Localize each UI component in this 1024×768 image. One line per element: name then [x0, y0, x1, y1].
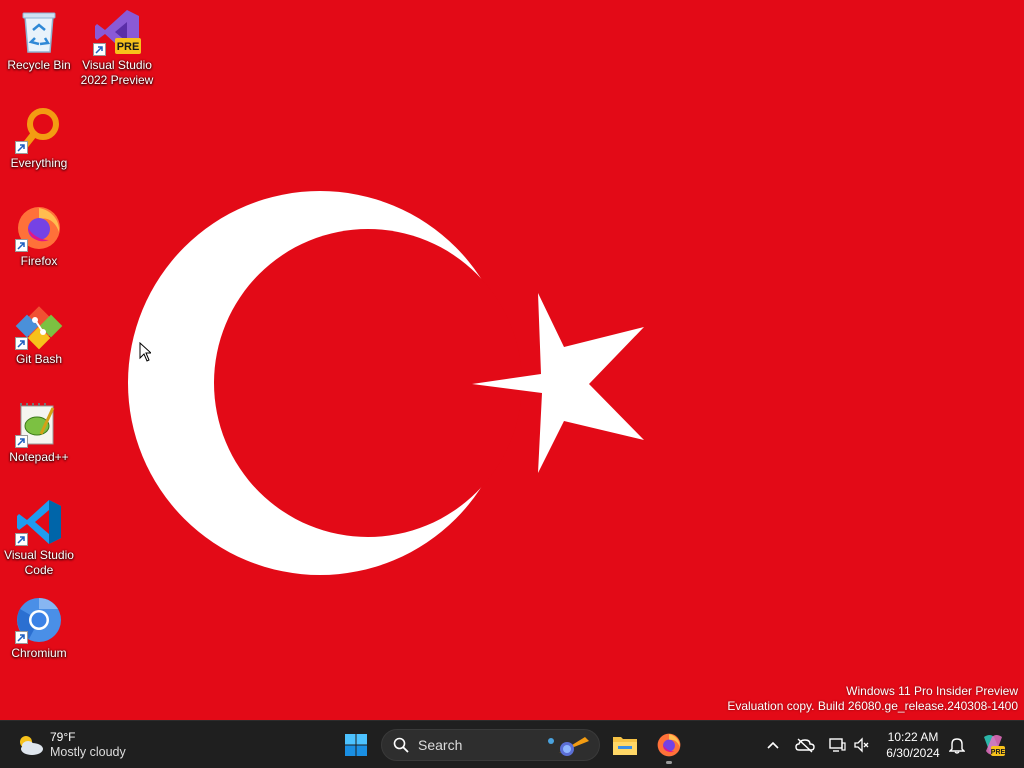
desktop-icon-label: Visual Studio Code	[4, 548, 74, 577]
running-indicator	[666, 761, 672, 764]
start-button[interactable]	[340, 729, 372, 761]
firefox-icon	[657, 733, 681, 757]
shortcut-arrow-icon	[15, 533, 28, 546]
shortcut-arrow-icon	[93, 43, 106, 56]
desktop-icon-label: Git Bash	[15, 352, 63, 366]
shortcut-arrow-icon	[15, 337, 28, 350]
desktop-icon-git-bash[interactable]: Git Bash	[0, 302, 78, 367]
clock-time: 10:22 AM	[887, 730, 939, 744]
weather-temperature: 79°F	[50, 730, 76, 744]
copilot-button[interactable]: PRE	[979, 731, 1007, 759]
desktop-icon-everything[interactable]: Everything	[0, 106, 78, 171]
desktop-icon-firefox[interactable]: Firefox	[0, 204, 78, 269]
shortcut-arrow-icon	[15, 631, 28, 644]
clock-date: 6/30/2024	[886, 746, 940, 760]
firefox-icon	[15, 204, 63, 252]
taskbar-firefox[interactable]	[653, 729, 685, 764]
vscode-icon	[15, 498, 63, 546]
taskbar: 79°F Mostly cloudy Search 10:22 AM 6/30/…	[0, 720, 1024, 768]
notepad-plus-plus-icon	[15, 400, 63, 448]
pre-badge-text: PRE	[117, 41, 140, 53]
folder-icon	[613, 737, 637, 755]
visual-studio-preview-icon: PRE	[93, 8, 141, 56]
speaker-muted-icon	[854, 737, 869, 753]
watermark-edition: Windows 11 Pro Insider Preview	[846, 684, 1018, 698]
desktop-icon-vscode[interactable]: Visual Studio Code	[0, 498, 78, 578]
network-icon	[829, 738, 846, 752]
partly-cloudy-icon	[20, 736, 43, 755]
desktop-icon-label: Visual Studio 2022 Preview	[80, 58, 154, 87]
windows-logo-icon	[345, 734, 367, 756]
search-icon	[393, 737, 409, 753]
turkish-flag-wallpaper	[128, 191, 644, 575]
copilot-icon: PRE	[984, 735, 1006, 756]
desktop[interactable]: Recycle Bin PRE Visual Studio 2022 Previ…	[0, 0, 1024, 720]
mouse-pointer-icon	[139, 342, 151, 362]
show-hidden-icons-button[interactable]	[761, 733, 785, 757]
desktop-icon-label: Notepad++	[9, 450, 69, 464]
shortcut-arrow-icon	[15, 435, 28, 448]
chevron-up-icon	[767, 741, 779, 749]
shortcut-arrow-icon	[15, 141, 28, 154]
desktop-icon-label: Firefox	[20, 254, 58, 268]
search-highlight-comet-icon	[548, 737, 589, 756]
git-bash-icon	[15, 302, 63, 350]
notifications-button[interactable]	[945, 733, 969, 757]
desktop-icon-label: Chromium	[11, 646, 67, 660]
copilot-pre-badge: PRE	[991, 749, 1006, 756]
windows-evaluation-watermark: Windows 11 Pro Insider Preview Evaluatio…	[727, 684, 1018, 714]
bell-icon	[949, 738, 965, 754]
recycle-bin-icon	[15, 8, 63, 56]
desktop-icon-label: Recycle Bin	[7, 58, 71, 72]
desktop-icon-label: Everything	[10, 156, 68, 170]
desktop-icon-notepad-plus-plus[interactable]: Notepad++	[0, 400, 78, 465]
taskbar-file-explorer[interactable]	[609, 729, 641, 761]
weather-widget[interactable]: 79°F Mostly cloudy	[16, 727, 126, 763]
chromium-icon	[15, 596, 63, 644]
taskbar-search-box[interactable]: Search	[381, 729, 600, 761]
desktop-icon-recycle-bin[interactable]: Recycle Bin	[0, 8, 78, 73]
volume-tray-icon[interactable]	[850, 733, 874, 757]
cloud-offline-icon	[795, 738, 815, 753]
onedrive-tray-icon[interactable]	[793, 733, 817, 757]
desktop-icon-visual-studio-preview[interactable]: PRE Visual Studio 2022 Preview	[78, 8, 156, 88]
watermark-build: Evaluation copy. Build 26080.ge_release.…	[727, 699, 1018, 713]
weather-condition: Mostly cloudy	[50, 745, 126, 759]
taskbar-clock[interactable]: 10:22 AM 6/30/2024	[880, 729, 946, 761]
network-tray-icon[interactable]	[825, 733, 849, 757]
everything-search-icon	[15, 106, 63, 154]
search-placeholder: Search	[418, 737, 463, 753]
desktop-icon-chromium[interactable]: Chromium	[0, 596, 78, 661]
shortcut-arrow-icon	[15, 239, 28, 252]
